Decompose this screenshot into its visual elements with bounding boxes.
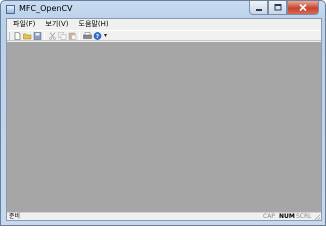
maximize-icon (274, 4, 281, 11)
copy-icon[interactable] (58, 32, 67, 40)
app-window: MFC_OpenCV 파일(F) 보기(V) 도움말(H) ? ▾ 준비 CAP… (0, 0, 326, 226)
about-icon[interactable]: ? (93, 32, 102, 40)
toolbar-grip[interactable] (8, 32, 11, 40)
client-area: 파일(F) 보기(V) 도움말(H) ? ▾ 준비 CAP NUM SCRL (6, 18, 322, 221)
save-icon[interactable] (33, 32, 42, 40)
app-icon[interactable] (6, 5, 15, 14)
minimize-icon (255, 8, 262, 11)
new-file-icon[interactable] (13, 32, 22, 40)
status-bar: 준비 CAP NUM SCRL (7, 212, 321, 220)
menu-help[interactable]: 도움말(H) (73, 19, 113, 30)
toolbar-separator (79, 32, 80, 40)
resize-grip-icon[interactable] (314, 214, 320, 220)
minimize-button[interactable] (249, 1, 268, 15)
status-text: 준비 (9, 213, 21, 220)
menu-bar: 파일(F) 보기(V) 도움말(H) (7, 19, 321, 30)
close-button[interactable] (287, 1, 319, 15)
window-title: MFC_OpenCV (19, 4, 73, 13)
menu-view[interactable]: 보기(V) (39, 19, 72, 30)
caps-lock-indicator: CAP (263, 213, 275, 220)
cut-icon[interactable] (48, 32, 57, 40)
toolbar: ? ▾ (7, 30, 321, 41)
toolbar-overflow-button[interactable]: ▾ (104, 33, 110, 40)
title-bar[interactable]: MFC_OpenCV (1, 1, 325, 18)
open-folder-icon[interactable] (23, 32, 32, 40)
num-lock-indicator: NUM (279, 213, 295, 220)
scroll-lock-indicator: SCRL (296, 213, 312, 220)
menu-file[interactable]: 파일(F) (7, 19, 39, 30)
caption-buttons (249, 1, 319, 16)
maximize-button[interactable] (268, 1, 287, 15)
toolbar-separator (44, 32, 45, 40)
svg-text:?: ? (96, 34, 99, 40)
print-icon[interactable] (83, 32, 92, 40)
paste-icon[interactable] (68, 32, 77, 40)
close-icon (299, 4, 307, 11)
document-view[interactable] (7, 42, 321, 212)
